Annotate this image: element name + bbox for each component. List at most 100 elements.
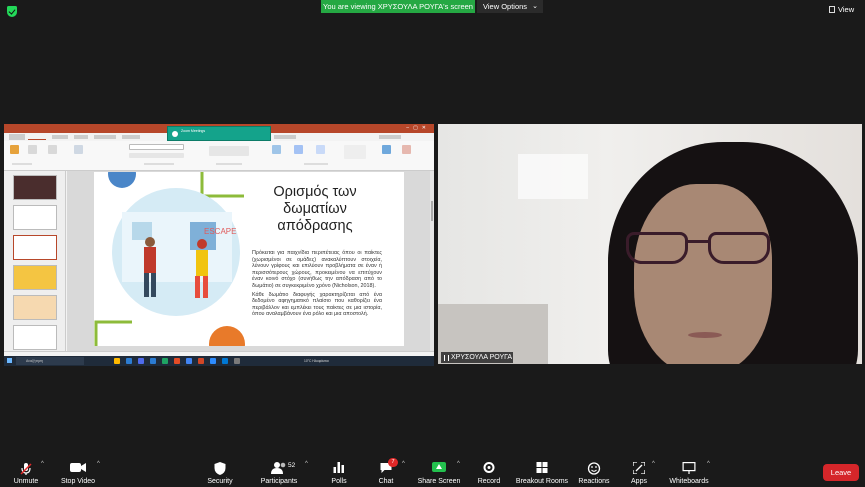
chat-button[interactable]: 7 Chat	[372, 458, 400, 486]
microphone-muted-icon	[20, 463, 32, 475]
slide-thumbnail[interactable]	[13, 325, 57, 350]
windows-start-icon[interactable]	[7, 358, 12, 363]
edge-icon[interactable]	[222, 358, 228, 364]
apps-options-caret-icon[interactable]: ^	[652, 461, 655, 467]
apps-label: Apps	[631, 478, 647, 485]
slide-editor-area[interactable]: ESCAPE Ορισμός των δωματίων απόδρασης Πρ…	[67, 171, 434, 351]
participants-options-caret-icon[interactable]: ^	[305, 461, 308, 467]
unmute-label: Unmute	[13, 478, 39, 485]
window-controls: –▢✕	[406, 125, 430, 131]
ribbon-group-label	[304, 163, 328, 165]
slide-thumbnail-selected[interactable]	[13, 235, 57, 260]
view-options-button[interactable]: View Options ⌄	[477, 0, 543, 13]
illustration-leg	[144, 273, 149, 297]
shared-screen[interactable]: –▢✕ Zoom Meetings ESCAPE Ορισμός των δωμ…	[4, 124, 434, 366]
audio-options-caret-icon[interactable]: ^	[41, 461, 44, 467]
record-button[interactable]: Record	[474, 458, 504, 486]
ribbon-tab	[122, 135, 140, 139]
decor-line-green	[94, 320, 132, 346]
dictate-icon	[382, 145, 391, 154]
slide-thumbnail[interactable]	[13, 265, 57, 290]
excel-icon[interactable]	[162, 358, 168, 364]
shapes-icon	[272, 145, 281, 154]
browser-icon[interactable]	[174, 358, 180, 364]
participants-button[interactable]: 52 Participants	[258, 458, 300, 486]
windows-taskbar: Αναζήτηση 10°C Ηλιοφάνεια	[4, 356, 434, 366]
apps-button[interactable]: Apps	[626, 458, 652, 486]
illustration-leg	[203, 276, 208, 298]
security-label: Security	[207, 478, 233, 485]
chat-label: Chat	[378, 478, 394, 485]
slide-title-line: δωματίων	[283, 201, 347, 217]
view-layout-icon	[829, 6, 835, 13]
layout-icon	[74, 145, 83, 154]
share-screen-icon	[432, 462, 446, 472]
quick-styles-icon	[316, 145, 325, 154]
smiley-icon	[587, 462, 601, 475]
mail-icon[interactable]	[126, 358, 132, 364]
whiteboards-button[interactable]: Whiteboards	[668, 458, 710, 486]
slide-thumbnails-panel[interactable]	[4, 171, 66, 351]
powerpoint-ribbon	[4, 141, 434, 171]
ribbon-tab	[52, 135, 68, 139]
zoom-meetings-notification[interactable]: Zoom Meetings	[167, 126, 271, 141]
glasses-bridge	[686, 240, 710, 243]
word-icon[interactable]	[150, 358, 156, 364]
reactions-button[interactable]: Reactions	[578, 458, 610, 486]
encryption-shield-icon[interactable]	[7, 6, 17, 17]
taskbar-weather[interactable]: 10°C Ηλιοφάνεια	[304, 356, 329, 366]
zoom-icon[interactable]	[210, 358, 216, 364]
leave-button[interactable]: Leave	[823, 464, 859, 481]
whiteboard-icon	[682, 462, 696, 474]
current-slide[interactable]: ESCAPE Ορισμός των δωματίων απόδρασης Πρ…	[94, 172, 404, 346]
slide-thumbnail[interactable]	[13, 295, 57, 320]
slide-thumbnail[interactable]	[13, 205, 57, 230]
participants-count: 52	[288, 462, 296, 469]
record-icon	[483, 462, 495, 473]
audio-signal-icon	[444, 355, 449, 361]
font-format-buttons	[129, 153, 184, 158]
participants-icon	[271, 462, 286, 474]
chevron-down-icon: ⌄	[532, 3, 538, 10]
slide-paragraph-2: Κάθε δωμάτιο διαφυγής χαρακτηρίζεται από…	[252, 291, 382, 318]
slide-scrollbar[interactable]	[430, 171, 434, 351]
zoom-app-icon	[172, 131, 178, 137]
ribbon-group-label	[216, 163, 242, 165]
video-window-light	[518, 154, 588, 199]
taskbar-search[interactable]: Αναζήτηση	[16, 357, 84, 365]
chat-options-caret-icon[interactable]: ^	[402, 461, 405, 467]
slide-title-line: απόδρασης	[277, 218, 353, 234]
ribbon-group-label	[12, 163, 32, 165]
video-options-caret-icon[interactable]: ^	[97, 461, 100, 467]
chrome-icon[interactable]	[186, 358, 192, 364]
zoom-notification-title: Zoom Meetings	[181, 129, 206, 133]
shield-icon	[214, 462, 226, 475]
share-options-caret-icon[interactable]: ^	[457, 461, 460, 467]
reuse-slides-icon	[48, 145, 57, 154]
reactions-label: Reactions	[578, 478, 610, 485]
view-label: View	[838, 5, 855, 14]
powerpoint-icon[interactable]	[198, 358, 204, 364]
viewing-screen-banner: You are viewing ΧΡΥΣΟΥΛΑ ΡΟΥΓΑ's screen	[321, 0, 475, 13]
decor-circle-orange	[209, 326, 245, 346]
taskbar-app-icon[interactable]	[234, 358, 240, 364]
stop-video-button[interactable]: Stop Video	[56, 458, 100, 486]
ribbon-tab	[379, 135, 401, 139]
view-button[interactable]: View	[829, 3, 861, 17]
polls-button[interactable]: Polls	[324, 458, 354, 486]
security-button[interactable]: Security	[202, 458, 238, 486]
participant-name: ΧΡΥΣΟΥΛΑ ΡΟΥΓΑ	[451, 354, 513, 361]
illustration-person-1	[144, 247, 156, 273]
whiteboards-options-caret-icon[interactable]: ^	[707, 461, 710, 467]
share-screen-button[interactable]: Share Screen	[416, 458, 462, 486]
illustration-head	[145, 237, 155, 247]
participant-video-tile[interactable]	[438, 124, 862, 364]
file-explorer-icon[interactable]	[114, 358, 120, 364]
teams-icon[interactable]	[138, 358, 144, 364]
slide-title: Ορισμός των δωματίων απόδρασης	[264, 184, 366, 235]
unmute-button[interactable]: Unmute	[8, 458, 44, 486]
breakout-rooms-button[interactable]: Breakout Rooms	[514, 458, 570, 486]
participant-mouth	[688, 332, 722, 338]
slide-thumbnail[interactable]	[13, 175, 57, 200]
illustration-head	[197, 239, 207, 249]
